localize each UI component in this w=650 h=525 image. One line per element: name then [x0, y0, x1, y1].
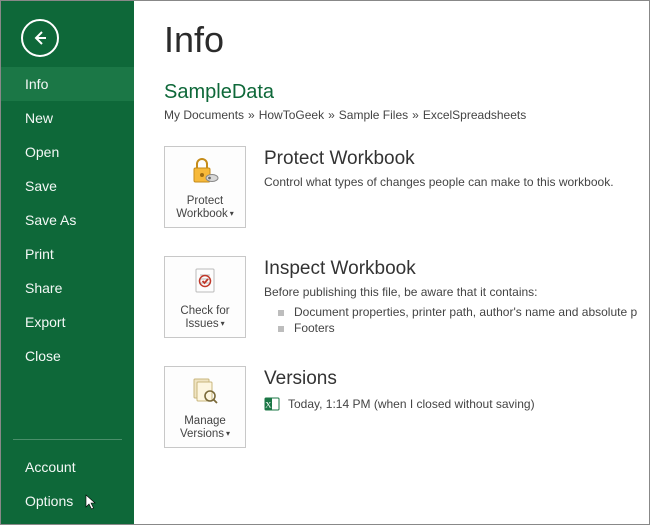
- inspect-list: Document properties, printer path, autho…: [264, 305, 638, 335]
- manage-versions-button[interactable]: Manage Versions▾: [164, 366, 246, 448]
- document-stack-icon: [188, 367, 222, 415]
- svg-text:X: X: [265, 400, 271, 410]
- inspect-section: Check for Issues▾ Inspect Workbook Befor…: [164, 256, 638, 338]
- document-check-icon: [188, 257, 222, 305]
- excel-file-icon: X: [264, 396, 280, 412]
- inspect-body: Inspect Workbook Before publishing this …: [264, 256, 638, 338]
- sidebar-item-account[interactable]: Account: [1, 450, 134, 484]
- sidebar-item-share[interactable]: Share: [1, 271, 134, 305]
- versions-body: Versions X Today, 1:14 PM (when I closed…: [264, 366, 638, 448]
- lock-icon: [188, 147, 222, 195]
- sidebar-item-new[interactable]: New: [1, 101, 134, 135]
- protect-body: Protect Workbook Control what types of c…: [264, 146, 638, 228]
- button-label: Manage Versions▾: [180, 415, 230, 441]
- version-entry[interactable]: X Today, 1:14 PM (when I closed without …: [264, 396, 638, 412]
- sidebar-item-save-as[interactable]: Save As: [1, 203, 134, 237]
- versions-title: Versions: [264, 368, 638, 390]
- sidebar-item-print[interactable]: Print: [1, 237, 134, 271]
- sidebar-item-info[interactable]: Info: [1, 67, 134, 101]
- sidebar-bottom: Account Options: [1, 429, 134, 518]
- chevron-down-icon: ▾: [221, 319, 225, 328]
- check-for-issues-button[interactable]: Check for Issues▾: [164, 256, 246, 338]
- inspect-list-item: Footers: [278, 321, 638, 335]
- main-panel: Info SampleData My Documents » HowToGeek » S…: [134, 1, 650, 524]
- version-text: Today, 1:14 PM (when I closed without sa…: [288, 397, 535, 411]
- sidebar-item-options[interactable]: Options: [1, 484, 134, 518]
- sidebar-item-save[interactable]: Save: [1, 169, 134, 203]
- page-title: Info: [164, 19, 638, 61]
- versions-section: Manage Versions▾ Versions X Today, 1:14 …: [164, 366, 638, 448]
- back-button[interactable]: [21, 19, 59, 57]
- chevron-down-icon: ▾: [226, 429, 230, 438]
- breadcrumb-part[interactable]: HowToGeek: [259, 108, 324, 122]
- sidebar-item-close[interactable]: Close: [1, 339, 134, 373]
- protect-workbook-button[interactable]: Protect Workbook▾: [164, 146, 246, 228]
- inspect-list-item: Document properties, printer path, autho…: [278, 305, 638, 319]
- inspect-title: Inspect Workbook: [264, 258, 638, 280]
- sidebar-divider: [13, 439, 122, 440]
- arrow-left-icon: [30, 28, 50, 48]
- inspect-desc: Before publishing this file, be aware th…: [264, 284, 638, 301]
- breadcrumb[interactable]: My Documents » HowToGeek » Sample Files » Exce…: [164, 108, 638, 122]
- button-label: Check for Issues▾: [180, 305, 229, 331]
- sidebar-item-open[interactable]: Open: [1, 135, 134, 169]
- protect-section: Protect Workbook▾ Protect Workbook Contr…: [164, 146, 638, 228]
- backstage-sidebar: Info New Open Save Save As Print Share E…: [1, 1, 134, 524]
- breadcrumb-part[interactable]: My Documents: [164, 108, 244, 122]
- protect-desc: Control what types of changes people can…: [264, 174, 638, 191]
- chevron-down-icon: ▾: [230, 209, 234, 218]
- button-label: Protect Workbook▾: [176, 195, 234, 221]
- breadcrumb-sep: »: [412, 108, 419, 122]
- sidebar-menu: Info New Open Save Save As Print Share E…: [1, 67, 134, 373]
- breadcrumb-sep: »: [248, 108, 255, 122]
- breadcrumb-sep: »: [328, 108, 335, 122]
- sidebar-item-export[interactable]: Export: [1, 305, 134, 339]
- protect-title: Protect Workbook: [264, 148, 638, 170]
- breadcrumb-part[interactable]: ExcelSpreadsheets: [423, 108, 526, 122]
- breadcrumb-part[interactable]: Sample Files: [339, 108, 408, 122]
- document-name: SampleData: [164, 81, 638, 104]
